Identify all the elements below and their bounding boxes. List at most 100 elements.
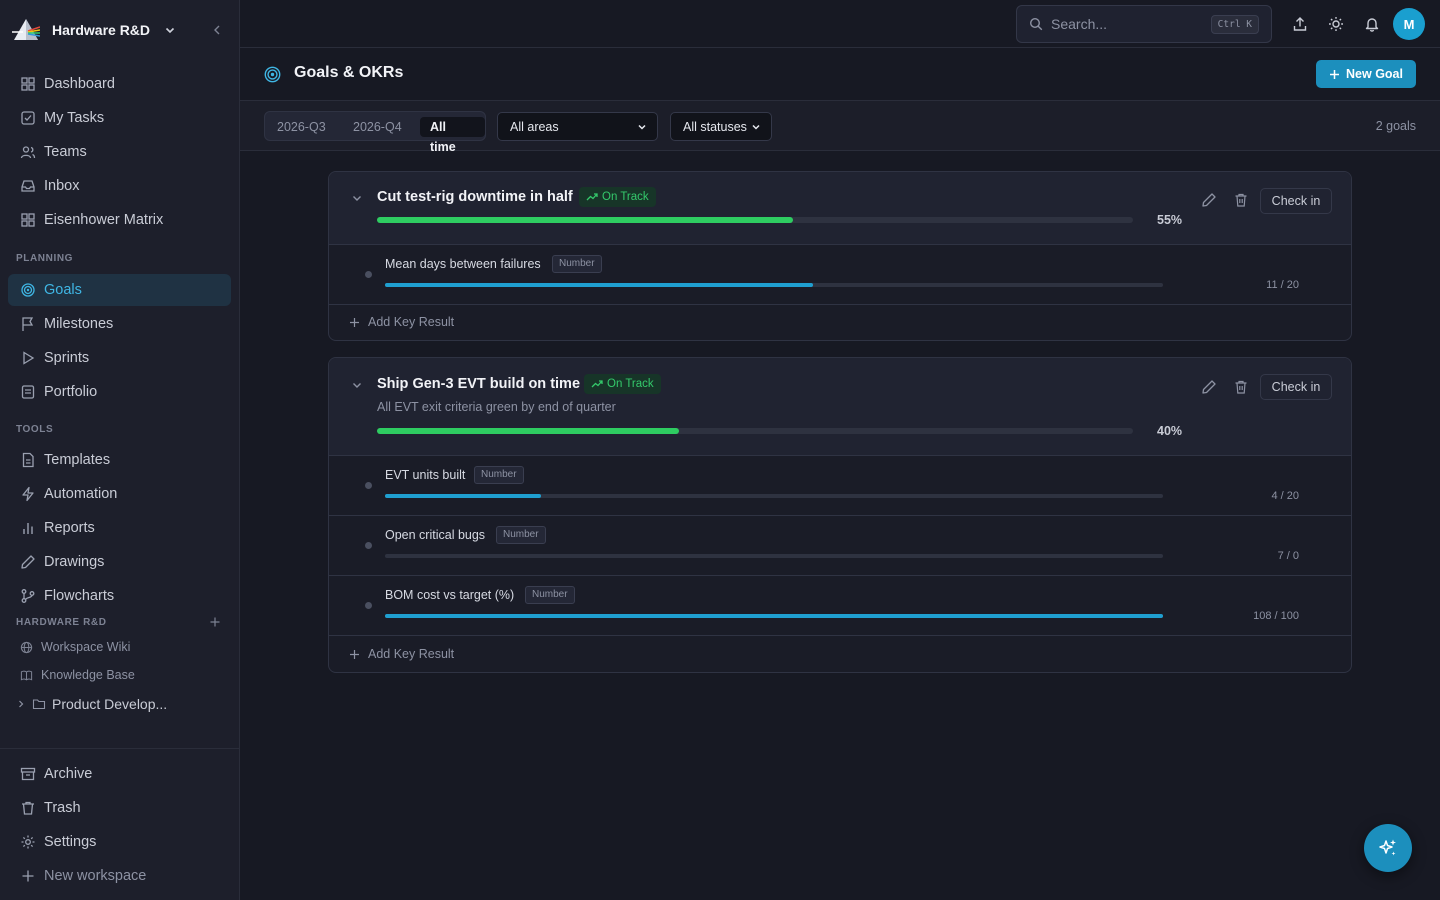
sidebar-item-my-tasks[interactable]: My Tasks — [8, 102, 231, 134]
ai-assistant-button[interactable] — [1364, 824, 1412, 872]
sidebar-item-label: Milestones — [44, 316, 114, 332]
sidebar-item-reports[interactable]: Reports — [8, 512, 231, 544]
check-in-button[interactable]: Check in — [1260, 188, 1332, 214]
edit-pencil-icon[interactable] — [1201, 192, 1217, 208]
key-result-progress-bar — [385, 614, 1163, 618]
tab-2026-q4[interactable]: 2026-Q4 — [353, 117, 402, 137]
goal-progress-bar — [377, 217, 1133, 223]
key-result-dot — [365, 482, 372, 489]
period-tabs: 2026-Q3 2026-Q4 All time — [264, 111, 486, 154]
trash-icon — [22, 801, 34, 815]
status-select-value: All statuses — [683, 119, 747, 134]
teams-icon — [20, 146, 36, 159]
add-key-result-button[interactable]: Add Key Result — [349, 647, 454, 661]
sidebar-item-drawings[interactable]: Drawings — [8, 546, 231, 578]
chevron-right-icon[interactable] — [16, 699, 26, 709]
key-result-row: EVT units built Number 4 / 20 — [329, 456, 1351, 516]
status-badge-label: On Track — [607, 378, 654, 390]
goal-card: Ship Gen-3 EVT build on time On Track Al… — [328, 357, 1352, 673]
status-badge: On Track — [584, 374, 661, 394]
sidebar-item-flowcharts[interactable]: Flowcharts — [8, 580, 231, 612]
add-key-result-button[interactable]: Add Key Result — [349, 315, 454, 329]
sidebar-folder-product-development[interactable]: Product Develop... — [16, 692, 167, 716]
sidebar-item-templates[interactable]: Templates — [8, 444, 231, 476]
sidebar-item-milestones[interactable]: Milestones — [8, 308, 231, 340]
chevron-down-icon[interactable] — [351, 379, 363, 391]
sidebar-item-label: New workspace — [44, 868, 147, 884]
bar-chart-icon — [23, 523, 33, 534]
search-box[interactable]: Ctrl K — [1016, 5, 1272, 43]
sidebar-item-label: Inbox — [44, 178, 80, 194]
sidebar-item-knowledge-base[interactable]: Knowledge Base — [8, 662, 231, 688]
sidebar-item-sprints[interactable]: Sprints — [8, 342, 231, 374]
sidebar-item-archive[interactable]: Archive — [8, 758, 231, 790]
sun-icon[interactable] — [1328, 16, 1344, 32]
key-result-name[interactable]: EVT units built — [385, 468, 465, 482]
goal-progress-bar — [377, 428, 1133, 434]
status-select[interactable]: All statuses — [670, 112, 772, 141]
sidebar-item-label: Settings — [44, 834, 97, 850]
goal-title[interactable]: Ship Gen-3 EVT build on time — [377, 376, 580, 392]
key-result-row: Open critical bugs Number 7 / 0 — [329, 516, 1351, 576]
trending-up-icon — [591, 380, 603, 388]
sidebar-item-trash[interactable]: Trash — [8, 792, 231, 824]
bell-icon[interactable] — [1364, 16, 1380, 32]
key-result-name[interactable]: BOM cost vs target (%) — [385, 588, 514, 602]
status-badge: On Track — [579, 187, 656, 207]
sidebar-item-portfolio[interactable]: Portfolio — [8, 376, 231, 408]
key-result-value: 4 / 20 — [1271, 490, 1299, 502]
sidebar-item-new-workspace[interactable]: New workspace — [8, 860, 231, 892]
template-icon — [22, 452, 34, 468]
sidebar-item-teams[interactable]: Teams — [8, 136, 231, 168]
goal-count: 2 goals — [1375, 119, 1416, 133]
goal-title[interactable]: Cut test-rig downtime in half — [377, 189, 573, 205]
area-select[interactable]: All areas — [497, 112, 658, 141]
key-result-name[interactable]: Open critical bugs — [385, 528, 485, 542]
sidebar-item-eisenhower-matrix[interactable]: Eisenhower Matrix — [8, 204, 231, 236]
key-result-dot — [365, 542, 372, 549]
tab-all-time[interactable]: All time — [420, 117, 485, 154]
key-result-name[interactable]: Mean days between failures — [385, 257, 541, 271]
new-goal-button[interactable]: New Goal — [1316, 60, 1416, 88]
sidebar-item-label: Trash — [44, 800, 81, 816]
sidebar-item-label: Reports — [44, 520, 95, 536]
page-title: Goals & OKRs — [294, 64, 404, 81]
chevron-down-icon — [165, 27, 175, 34]
key-result-progress-fill — [385, 614, 1163, 618]
avatar[interactable]: M — [1393, 8, 1425, 40]
workspace-switcher[interactable]: Hardware R&D — [0, 0, 239, 60]
sidebar-item-automation[interactable]: Automation — [8, 478, 231, 510]
trash-icon[interactable] — [1233, 192, 1249, 208]
bolt-icon — [22, 486, 34, 502]
page-header: Goals & OKRs New Goal — [240, 48, 1440, 100]
sidebar-item-settings[interactable]: Settings — [8, 826, 231, 858]
key-result-type-badge: Number — [525, 586, 575, 604]
tab-2026-q3[interactable]: 2026-Q3 — [277, 117, 326, 137]
globe-icon — [20, 641, 33, 653]
key-result-value: 11 / 20 — [1266, 279, 1299, 291]
sidebar-item-inbox[interactable]: Inbox — [8, 170, 231, 202]
collapse-sidebar-icon[interactable] — [211, 23, 223, 37]
flag-icon — [22, 317, 34, 331]
upload-icon[interactable] — [1292, 16, 1308, 32]
sidebar-item-dashboard[interactable]: Dashboard — [8, 68, 231, 100]
sidebar-item-label: Workspace Wiki — [41, 640, 131, 654]
sidebar-item-workspace-wiki[interactable]: Workspace Wiki — [8, 634, 231, 660]
section-label-workspace: HARDWARE R&D — [16, 617, 107, 628]
check-in-button[interactable]: Check in — [1260, 374, 1332, 400]
add-page-plus-icon[interactable] — [209, 616, 221, 628]
search-input[interactable] — [1051, 16, 1201, 32]
tasks-icon — [21, 111, 35, 125]
key-result-dot — [365, 602, 372, 609]
sidebar-item-label: Automation — [44, 486, 118, 502]
chevron-down-icon[interactable] — [351, 192, 363, 204]
folder-icon — [32, 699, 46, 710]
sidebar-item-goals[interactable]: Goals — [8, 274, 231, 306]
play-icon — [23, 351, 35, 365]
key-result-type-badge: Number — [474, 466, 524, 484]
sidebar-item-label: Templates — [44, 452, 111, 468]
goal-header: Ship Gen-3 EVT build on time On Track Al… — [329, 358, 1351, 456]
trash-icon[interactable] — [1233, 379, 1249, 395]
edit-pencil-icon[interactable] — [1201, 379, 1217, 395]
key-result-progress-bar — [385, 283, 1163, 287]
